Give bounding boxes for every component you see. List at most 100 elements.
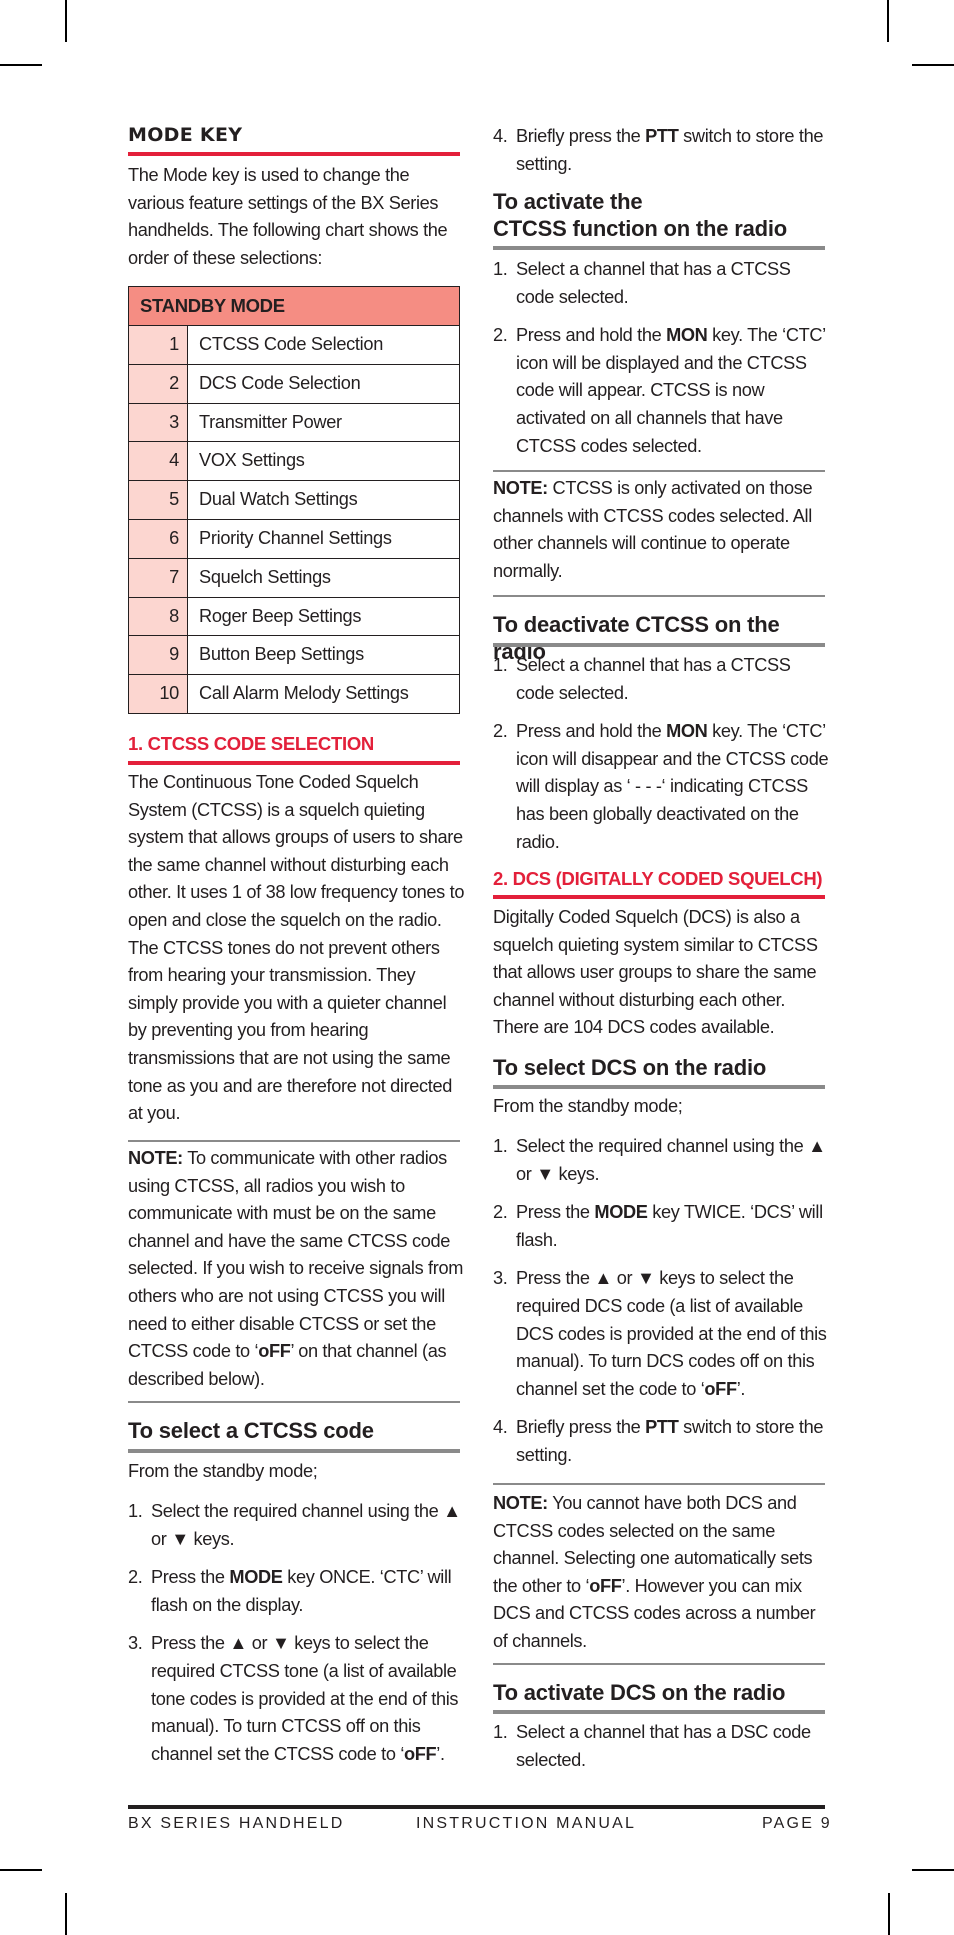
step-item: 2. Press and hold the MON key. The ‘CTC’ … [493,322,833,460]
off-value: oFF [258,1341,291,1362]
divider [128,1140,460,1142]
up-arrow-icon: ▲ [443,1501,461,1521]
ctcss-heading: 1. CTCSS CODE SELECTION [128,733,374,754]
crop-mark [912,64,954,66]
step-number: 1. [128,1501,143,1521]
red-rule [128,152,460,156]
step-text: Press and hold the [516,721,667,742]
row-label: Priority Channel Settings [187,518,460,559]
off-value: oFF [704,1378,737,1399]
row-number: 1 [128,325,188,365]
table-row: 2 DCS Code Selection [128,363,460,404]
step-text: Select the required channel using the [151,1501,444,1521]
activate-ctcss-steps: 1. Select a channel that has a CTCSS code… [493,256,833,471]
red-rule [493,895,825,899]
dcs-heading: 2. DCS (DIGITALLY CODED SQUELCH) [493,868,823,889]
step-text: or [516,1163,537,1184]
key-name: MON [666,325,708,346]
table-row: 8 Roger Beep Settings [128,596,460,637]
intro-paragraph: The Mode key is used to change the vario… [128,165,448,268]
step-item: 2. Press and hold the MON key. The ‘CTC’ … [493,718,833,856]
step-text: Select the required channel using the [516,1136,809,1156]
crop-mark [65,0,67,42]
select-dcs-heading: To select DCS on the radio [493,1055,767,1080]
step-item: 4. Briefly press the PTT switch to store … [493,1414,833,1469]
table-row: 10 Call Alarm Melody Settings [128,674,460,714]
step-text: or [612,1268,637,1289]
crop-mark [887,0,889,42]
select-ctcss-steps: 1. Select the required channel using the … [128,1498,468,1779]
down-arrow-icon: ▼ [271,1633,290,1654]
row-label: Transmitter Power [187,402,460,443]
ctcss-step-4: 4. Briefly press the PTT switch to store … [493,123,833,189]
row-number: 8 [128,596,188,637]
step-text: Press the [151,1567,230,1588]
step-text: Press the [516,1202,595,1223]
note-paragraph: NOTE: CTCSS is only activated on those c… [493,475,833,585]
grey-rule [493,1710,825,1714]
down-arrow-icon: ▼ [536,1163,554,1184]
activate-dcs-heading: To activate DCS on the radio [493,1680,786,1705]
step-number: 4. [493,1417,508,1438]
step-text: ’. [736,1378,746,1399]
deactivate-ctcss-steps: 1. Select a channel that has a CTCSS code… [493,652,833,867]
table-row: 3 Transmitter Power [128,402,460,443]
crop-mark [912,1869,954,1871]
grey-rule [493,1085,825,1089]
step-number: 4. [493,126,508,146]
step-text: or [247,1633,272,1654]
table-row: 5 Dual Watch Settings [128,480,460,520]
key-name: MODE [229,1567,283,1588]
step-item: 3. Press the ▲ or ▼ keys to select the re… [128,1630,468,1768]
row-label: VOX Settings [187,441,460,482]
row-number: 6 [128,518,188,559]
table-row: 4 VOX Settings [128,441,460,482]
step-number: 1. [493,1136,508,1156]
footer-product: BX SERIES HANDHELD [128,1815,345,1832]
step-number: 3. [128,1633,143,1654]
row-label: Roger Beep Settings [187,596,460,637]
down-arrow-icon: ▼ [636,1268,655,1289]
step-number: 2. [493,1202,508,1223]
step-item: 2. Press the MODE key TWICE. ‘DCS’ will f… [493,1199,833,1254]
table-row: 1 CTCSS Code Selection [128,325,460,365]
step-text: Press and hold the [516,325,667,346]
row-number: 5 [128,480,188,520]
row-number: 4 [128,441,188,482]
step-number: 1. [493,1722,508,1742]
crop-mark [888,1893,890,1935]
row-number: 7 [128,557,188,598]
divider [493,470,825,472]
row-number: 9 [128,635,188,676]
up-arrow-icon: ▲ [229,1633,248,1654]
note-text: To communicate with other radios using C… [128,1148,464,1362]
row-label: Call Alarm Melody Settings [187,674,460,714]
step-item: 3. Press the ▲ or ▼ keys to select the re… [493,1265,833,1403]
step-number: 2. [493,325,508,346]
step-text: Press the [151,1633,230,1654]
step-text: or [151,1528,172,1549]
step-item: 1. Select the required channel using the … [128,1498,468,1553]
crop-mark [0,64,42,66]
divider [128,1401,460,1403]
table-row: 9 Button Beep Settings [128,635,460,676]
off-value: oFF [404,1743,437,1764]
row-label: Button Beep Settings [187,635,460,676]
footer-doc-title: INSTRUCTION MANUAL [416,1815,637,1832]
note-paragraph: NOTE: You cannot have both DCS and CTCSS… [493,1490,833,1656]
step-number: 2. [128,1567,143,1588]
down-arrow-icon: ▼ [171,1528,189,1549]
table-row: 7 Squelch Settings [128,557,460,598]
row-number: 10 [128,674,188,714]
select-dcs-steps: 1. Select the required channel using the … [493,1133,833,1481]
step-item: 1. Select a channel that has a DSC code s… [493,1719,833,1774]
step-item: 4. Briefly press the PTT switch to store … [493,123,833,178]
row-label: Squelch Settings [187,557,460,598]
step-text: Briefly press the [516,1417,646,1438]
step-text: keys. [553,1163,600,1184]
step-item: 1. Select the required channel using the … [493,1133,833,1188]
step-text: Briefly press the [516,126,646,146]
divider [493,1483,825,1485]
row-label: CTCSS Code Selection [187,325,460,365]
key-name: MODE [594,1202,648,1223]
